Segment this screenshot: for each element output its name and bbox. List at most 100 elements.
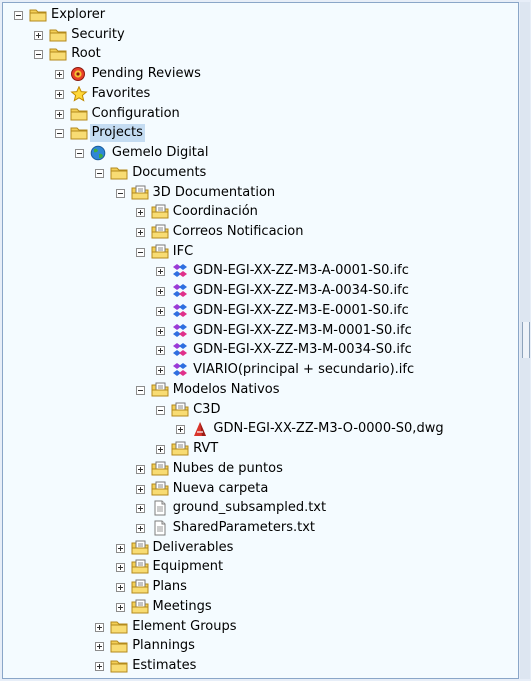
expand-toggle[interactable]	[156, 366, 166, 376]
tree-node-label[interactable]: Deliverables	[151, 539, 236, 557]
expand-toggle[interactable]	[54, 109, 64, 119]
document-folder-icon	[131, 185, 149, 201]
document-folder-icon	[151, 461, 169, 477]
tree-node-label[interactable]: Plans	[151, 578, 189, 596]
expand-toggle[interactable]	[135, 523, 145, 533]
document-folder-icon	[151, 224, 169, 240]
folder-icon	[70, 106, 88, 122]
tree-node-label[interactable]: SharedParameters.txt	[171, 519, 317, 537]
collapse-toggle[interactable]	[135, 247, 145, 257]
expand-toggle[interactable]	[135, 464, 145, 474]
tree-node-label[interactable]: IFC	[171, 243, 195, 261]
expand-toggle[interactable]	[135, 504, 145, 514]
expand-toggle[interactable]	[115, 543, 125, 553]
tree-node-label[interactable]: Projects	[89, 124, 145, 143]
expand-toggle[interactable]	[34, 30, 44, 40]
folder-icon	[29, 7, 47, 23]
tree-node-label[interactable]: GDN-EGI-XX-ZZ-M3-A-0001-S0.ifc	[191, 262, 411, 280]
document-folder-icon	[151, 204, 169, 220]
collapse-toggle[interactable]	[74, 149, 84, 159]
tree-node-label[interactable]: Meetings	[151, 598, 214, 616]
tree-node-label[interactable]: GDN-EGI-XX-ZZ-M3-M-0034-S0.ifc	[191, 341, 414, 359]
tree-node-label[interactable]: GDN-EGI-XX-ZZ-M3-O-0000-S0,dwg	[211, 420, 445, 438]
tree-node-label[interactable]: 3D Documentation	[151, 184, 278, 202]
expand-toggle[interactable]	[156, 346, 166, 356]
collapse-toggle[interactable]	[135, 385, 145, 395]
expand-toggle[interactable]	[156, 326, 166, 336]
tree-node-label[interactable]: Documents	[130, 164, 208, 182]
tree-node-label[interactable]: Correos Notificacion	[171, 223, 306, 241]
expand-toggle[interactable]	[135, 228, 145, 238]
collapse-toggle[interactable]	[54, 129, 64, 139]
tree-node-label[interactable]: Nubes de puntos	[171, 460, 285, 478]
document-folder-icon	[131, 599, 149, 615]
tree-node-label[interactable]: ground_subsampled.txt	[171, 499, 328, 517]
tree-node-label[interactable]: Pending Reviews	[90, 65, 203, 83]
scrollbar-thumb[interactable]	[522, 322, 530, 358]
text-file-icon	[151, 520, 169, 536]
expand-toggle[interactable]	[54, 89, 64, 99]
expand-toggle[interactable]	[156, 306, 166, 316]
tree-node-label[interactable]: Configuration	[90, 105, 182, 123]
tree-node-label[interactable]: Security	[69, 26, 126, 44]
expand-toggle[interactable]	[156, 445, 166, 455]
tree-node-label[interactable]: Plannings	[130, 637, 197, 655]
collapse-toggle[interactable]	[156, 405, 166, 415]
collapse-toggle[interactable]	[34, 50, 44, 60]
collapse-toggle[interactable]	[115, 188, 125, 198]
pending-reviews-icon	[70, 66, 88, 82]
explorer-tree-panel: Explorer Security Root Pending Reviews Favor…	[2, 2, 519, 679]
document-folder-icon	[131, 559, 149, 575]
tree-node-label[interactable]: GDN-EGI-XX-ZZ-M3-E-0001-S0.ifc	[191, 302, 411, 320]
folder-icon	[49, 27, 67, 43]
ifc-file-icon	[171, 303, 189, 319]
text-file-icon	[151, 500, 169, 516]
star-icon	[69, 85, 88, 102]
collapse-toggle[interactable]	[14, 11, 23, 20]
folder-icon	[49, 46, 67, 62]
tree-node-label[interactable]: Coordinación	[171, 203, 260, 221]
expand-toggle[interactable]	[95, 622, 105, 632]
expand-toggle[interactable]	[115, 602, 125, 612]
tree-node-label[interactable]: Modelos Nativos	[171, 381, 282, 399]
document-folder-icon	[131, 579, 149, 595]
expand-toggle[interactable]	[135, 208, 145, 218]
tree-node-label[interactable]: VIARIO(principal + secundario).ifc	[191, 361, 416, 379]
tree-node-label[interactable]: GDN-EGI-XX-ZZ-M3-M-0001-S0.ifc	[191, 322, 414, 340]
tree-node-label[interactable]: Gemelo Digital	[110, 144, 211, 162]
expand-toggle[interactable]	[115, 563, 125, 573]
tree-node-label[interactable]: C3D	[191, 401, 222, 419]
document-folder-icon	[151, 244, 169, 260]
ifc-file-icon	[171, 283, 189, 299]
expand-toggle[interactable]	[176, 425, 186, 435]
tree-node-label[interactable]: Explorer	[49, 6, 107, 24]
tree-node-label[interactable]: Root	[69, 45, 102, 63]
tree-node-label[interactable]: RVT	[191, 440, 220, 458]
ifc-file-icon	[171, 342, 189, 358]
expand-toggle[interactable]	[135, 484, 145, 494]
tree-node-label[interactable]: GDN-EGI-XX-ZZ-M3-A-0034-S0.ifc	[191, 282, 411, 300]
expand-toggle[interactable]	[156, 287, 166, 297]
expand-toggle[interactable]	[156, 267, 166, 277]
ifc-file-icon	[171, 263, 189, 279]
expand-toggle[interactable]	[95, 662, 105, 672]
folder-icon	[110, 165, 128, 181]
document-folder-icon	[171, 402, 189, 418]
ifc-file-icon	[171, 362, 189, 378]
tree-node-label[interactable]: Equipment	[151, 558, 226, 576]
folder-icon	[70, 125, 88, 141]
globe-icon	[90, 145, 108, 161]
dwg-file-icon	[191, 421, 209, 437]
tree-node-label[interactable]: Estimates	[130, 657, 198, 675]
expand-toggle[interactable]	[115, 583, 125, 593]
folder-icon	[110, 638, 128, 654]
tree-node-label[interactable]: Nueva carpeta	[171, 480, 271, 498]
expand-toggle[interactable]	[54, 70, 64, 80]
folder-icon	[110, 619, 128, 635]
tree-node-label[interactable]: Element Groups	[130, 618, 238, 636]
collapse-toggle[interactable]	[95, 168, 105, 178]
tree-node-label[interactable]: Favorites	[90, 85, 153, 103]
document-folder-icon	[171, 441, 189, 457]
expand-toggle[interactable]	[95, 642, 105, 652]
document-folder-icon	[131, 540, 149, 556]
